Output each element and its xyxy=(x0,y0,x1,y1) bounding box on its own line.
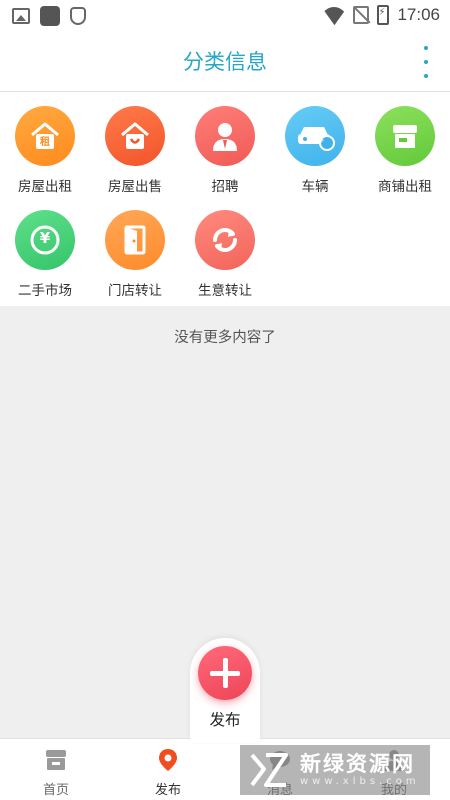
house-sale-icon xyxy=(105,106,165,166)
transfer-icon xyxy=(195,210,255,270)
door-icon xyxy=(105,210,165,270)
tab-label: 首页 xyxy=(42,783,69,798)
wifi-icon xyxy=(323,5,345,25)
car-badge: ¥ xyxy=(318,136,324,145)
tab-label: 发布 xyxy=(154,783,181,798)
category-house-sale[interactable]: 房屋出售 xyxy=(90,92,180,195)
status-right-icons: 17:06 xyxy=(323,5,440,25)
publish-fab-label[interactable]: 发布 xyxy=(190,708,260,730)
app-header: 分类信息 xyxy=(0,32,450,92)
status-time: 17:06 xyxy=(397,5,440,24)
house-rent-icon: 租 xyxy=(15,106,75,166)
second-hand-icon: ¥ xyxy=(15,210,75,270)
status-bar: 17:06 xyxy=(0,0,450,32)
category-label: 车辆 xyxy=(301,179,329,195)
category-label: 二手市场 xyxy=(18,283,72,299)
category-grid: 租 房屋出租 房屋出售 招聘 ¥ 车辆 商铺出租 ¥ 二手市场 门店转让 生意转… xyxy=(0,92,450,306)
battery-charging-icon xyxy=(377,5,390,25)
image-icon xyxy=(12,8,30,24)
shop-icon xyxy=(375,106,435,166)
category-store-transfer[interactable]: 门店转让 xyxy=(90,196,180,299)
watermark-overlay: 新绿资源网 www.xlbs.com xyxy=(240,745,430,795)
tab-home[interactable]: 首页 xyxy=(0,739,112,800)
more-vertical-icon[interactable] xyxy=(422,46,430,78)
plus-icon xyxy=(198,646,252,700)
category-label: 商铺出租 xyxy=(378,179,432,195)
recruit-person-icon xyxy=(195,106,255,166)
category-car[interactable]: ¥ 车辆 xyxy=(270,92,360,195)
category-label: 房屋出租 xyxy=(18,179,72,195)
watermark-text: 新绿资源网 www.xlbs.com xyxy=(300,752,420,788)
location-pin-icon xyxy=(155,747,181,773)
status-left-icons xyxy=(12,6,86,26)
category-label: 门店转让 xyxy=(108,283,162,299)
car-icon: ¥ xyxy=(285,106,345,166)
no-more-content-text: 没有更多内容了 xyxy=(174,330,276,346)
category-house-rent[interactable]: 租 房屋出租 xyxy=(0,92,90,195)
category-label: 房屋出售 xyxy=(108,179,162,195)
tab-publish[interactable]: 发布 xyxy=(112,739,224,800)
publish-fab-button[interactable] xyxy=(198,646,252,700)
watermark-name: 新绿资源网 xyxy=(300,752,415,776)
page-title: 分类信息 xyxy=(183,50,267,74)
category-shop-rent[interactable]: 商铺出租 xyxy=(360,92,450,195)
category-label: 招聘 xyxy=(211,179,239,195)
category-business-transfer[interactable]: 生意转让 xyxy=(180,196,270,299)
home-store-icon xyxy=(43,747,69,773)
category-label: 生意转让 xyxy=(198,283,252,299)
watermark-url: www.xlbs.com xyxy=(300,776,420,787)
category-second-hand[interactable]: ¥ 二手市场 xyxy=(0,196,90,299)
category-recruit[interactable]: 招聘 xyxy=(180,92,270,195)
house-rent-badge: 租 xyxy=(40,137,50,148)
no-sim-icon xyxy=(353,6,370,24)
shield-icon xyxy=(70,7,86,25)
app-square-icon xyxy=(40,6,60,26)
second-hand-badge: ¥ xyxy=(39,229,51,247)
watermark-logo-icon xyxy=(248,749,290,791)
